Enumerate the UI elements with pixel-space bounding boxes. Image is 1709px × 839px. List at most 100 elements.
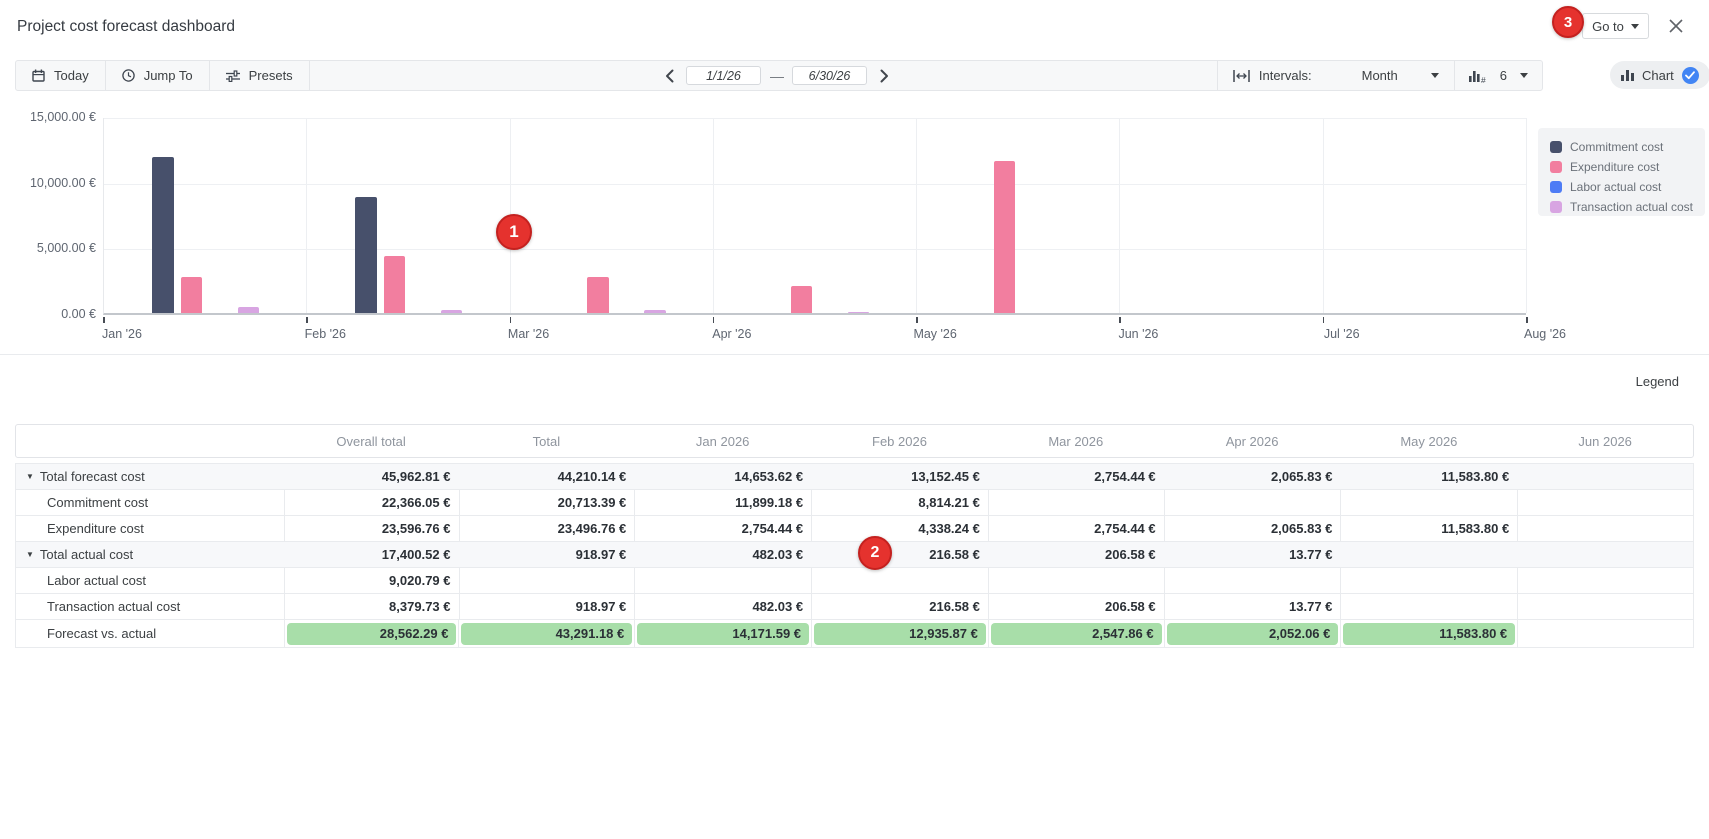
sliders-icon [226, 70, 240, 82]
legend-item-commitment-cost[interactable]: Commitment cost [1550, 140, 1705, 154]
x-axis-tick [306, 317, 308, 323]
cell-total-actual-cost-overall-total: 17,400.52 € [284, 542, 459, 567]
cell-commitment-cost-total: 20,713.39 € [459, 490, 635, 515]
gridline-vertical [306, 118, 307, 313]
chevron-left-icon [665, 69, 674, 83]
bar-expenditure-cost-mar-26 [587, 277, 609, 313]
legend-item-labor-actual-cost[interactable]: Labor actual cost [1550, 180, 1705, 194]
cell-total-forecast-cost-mar-2026: 2,754.44 € [988, 464, 1164, 489]
bar-count-dropdown[interactable]: # 6 [1454, 61, 1542, 90]
row-label-labor-actual-cost: Labor actual cost [16, 568, 284, 593]
bar-expenditure-cost-apr-26 [791, 286, 813, 313]
cell-forecast-vs-actual-mar-2026: 2,547.86 € [988, 620, 1164, 647]
page-title: Project cost forecast dashboard [17, 18, 235, 36]
jump-to-button[interactable]: Jump To [106, 61, 210, 90]
gridline-horizontal [104, 249, 1526, 250]
bar-transaction-actual-cost-jan-26 [238, 307, 260, 313]
collapse-toggle-icon[interactable]: ▼ [26, 472, 34, 481]
cell-expenditure-cost-total: 23,496.76 € [459, 516, 635, 541]
date-range-navigator: — [661, 61, 892, 90]
bar-commitment-cost-feb-26 [355, 197, 377, 313]
cell-transaction-actual-cost-feb-2026: 216.58 € [811, 594, 988, 619]
column-header-jan-2026: Jan 2026 [634, 434, 811, 449]
close-icon [1669, 19, 1683, 33]
chevron-down-icon [1431, 73, 1439, 78]
x-axis-tick [713, 317, 715, 323]
chevron-down-icon [1520, 73, 1528, 78]
chart-view-toggle[interactable]: Chart [1610, 61, 1709, 89]
intervals-dropdown[interactable]: Intervals: Month [1217, 61, 1454, 90]
column-header-jun-2026: Jun 2026 [1517, 434, 1693, 449]
cell-total-forecast-cost-overall-total: 45,962.81 € [284, 464, 459, 489]
cell-total-actual-cost-jan-2026: 482.03 € [634, 542, 811, 567]
x-axis-label-aug-26: Aug '26 [1524, 327, 1566, 341]
cell-forecast-vs-actual-feb-2026: 12,935.87 € [811, 620, 988, 647]
svg-text:#: # [1481, 75, 1486, 83]
cell-expenditure-cost-feb-2026: 4,338.24 € [811, 516, 988, 541]
legend-item-transaction-actual-cost[interactable]: Transaction actual cost [1550, 200, 1705, 214]
table-row-transaction-actual-cost: Transaction actual cost8,379.73 €918.97 … [16, 594, 1693, 620]
cell-total-actual-cost-may-2026 [1340, 542, 1517, 567]
cell-expenditure-cost-jun-2026 [1517, 516, 1693, 541]
calendar-icon [32, 69, 45, 82]
cell-commitment-cost-apr-2026 [1164, 490, 1341, 515]
forecast-vs-actual-value-pill: 11,583.80 € [1343, 623, 1515, 645]
x-axis-label-feb-26: Feb '26 [305, 327, 346, 341]
cell-total-actual-cost-jun-2026 [1517, 542, 1693, 567]
cell-labor-actual-cost-overall-total: 9,020.79 € [284, 568, 459, 593]
presets-button[interactable]: Presets [210, 61, 310, 90]
bar-count-value: 6 [1500, 68, 1507, 83]
cell-total-forecast-cost-apr-2026: 2,065.83 € [1164, 464, 1341, 489]
chevron-down-icon [1631, 24, 1639, 29]
legend-swatch-icon [1550, 161, 1562, 173]
cell-labor-actual-cost-mar-2026 [988, 568, 1164, 593]
cell-transaction-actual-cost-mar-2026: 206.58 € [988, 594, 1164, 619]
previous-period-button[interactable] [661, 67, 677, 85]
close-button[interactable] [1666, 16, 1686, 36]
x-axis-label-mar-26: Mar '26 [508, 327, 549, 341]
cell-transaction-actual-cost-total: 918.97 € [459, 594, 635, 619]
annotation-badge-3: 3 [1552, 6, 1584, 38]
cell-total-actual-cost-total: 918.97 € [458, 542, 634, 567]
table-row-forecast-vs-actual: Forecast vs. actual28,562.29 €43,291.18 … [16, 620, 1693, 648]
row-label-transaction-actual-cost: Transaction actual cost [16, 594, 284, 619]
x-axis-label-jan-26: Jan '26 [102, 327, 142, 341]
cost-table-body: ▼Total forecast cost45,962.81 €44,210.14… [15, 463, 1694, 648]
cell-expenditure-cost-mar-2026: 2,754.44 € [988, 516, 1164, 541]
x-axis-tick [510, 317, 512, 323]
cell-total-forecast-cost-jun-2026 [1517, 464, 1693, 489]
date-to-input[interactable] [792, 66, 867, 85]
date-from-input[interactable] [686, 66, 761, 85]
goto-button[interactable]: Go to [1582, 13, 1649, 39]
bar-chart-icon [1621, 69, 1634, 81]
legend-item-label: Transaction actual cost [1570, 200, 1693, 214]
forecast-vs-actual-value-pill: 2,052.06 € [1167, 623, 1339, 645]
cell-forecast-vs-actual-apr-2026: 2,052.06 € [1164, 620, 1341, 647]
legend-link[interactable]: Legend [1636, 374, 1679, 389]
x-axis-tick [1526, 317, 1528, 323]
column-header-apr-2026: Apr 2026 [1164, 434, 1341, 449]
cell-labor-actual-cost-jan-2026 [634, 568, 811, 593]
next-period-button[interactable] [876, 67, 892, 85]
interval-width-icon [1233, 70, 1250, 82]
legend-item-expenditure-cost[interactable]: Expenditure cost [1550, 160, 1705, 174]
selected-check-icon [1682, 67, 1699, 84]
today-button[interactable]: Today [16, 61, 106, 90]
cell-forecast-vs-actual-overall-total: 28,562.29 € [284, 620, 459, 647]
cell-transaction-actual-cost-apr-2026: 13.77 € [1164, 594, 1341, 619]
table-row-commitment-cost: Commitment cost22,366.05 €20,713.39 €11,… [16, 490, 1693, 516]
y-axis-tick-label: 5,000.00 € [24, 241, 96, 255]
cell-labor-actual-cost-apr-2026 [1164, 568, 1341, 593]
cell-commitment-cost-feb-2026: 8,814.21 € [811, 490, 988, 515]
cell-transaction-actual-cost-may-2026 [1340, 594, 1517, 619]
table-row-total-actual-cost: ▼Total actual cost17,400.52 €918.97 €482… [16, 542, 1693, 568]
y-axis-tick-label: 0.00 € [24, 307, 96, 321]
legend-item-label: Expenditure cost [1570, 160, 1659, 174]
forecast-vs-actual-value-pill: 14,171.59 € [637, 623, 809, 645]
cell-expenditure-cost-apr-2026: 2,065.83 € [1164, 516, 1341, 541]
cell-expenditure-cost-jan-2026: 2,754.44 € [634, 516, 811, 541]
annotation-badge-2: 2 [858, 536, 892, 570]
bar-commitment-cost-jan-26 [152, 157, 174, 313]
bar-transaction-actual-cost-mar-26 [644, 310, 666, 313]
collapse-toggle-icon[interactable]: ▼ [26, 550, 34, 559]
